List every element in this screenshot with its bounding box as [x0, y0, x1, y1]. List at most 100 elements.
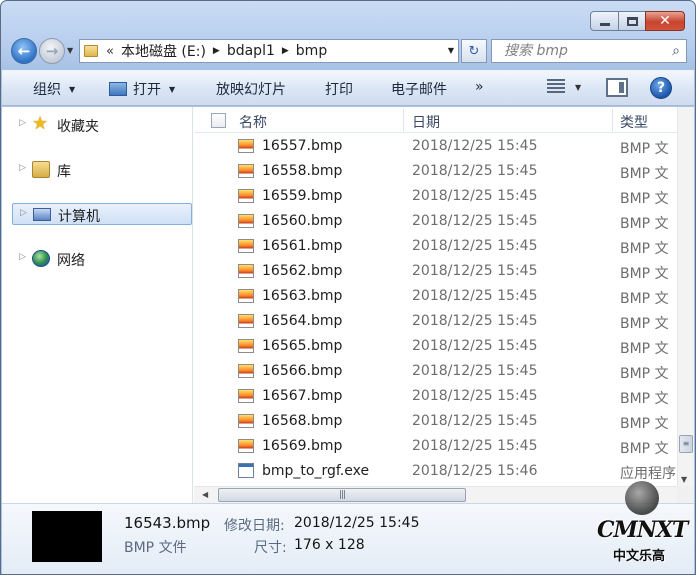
bitmap-file-icon	[238, 239, 254, 253]
expand-arrow-icon[interactable]: ▷	[19, 118, 26, 128]
table-row[interactable]: 16569.bmp 2018/12/25 15:45 BMP 文	[194, 434, 694, 459]
breadcrumb-item-bdapl1[interactable]: bdapl1	[227, 43, 275, 59]
bitmap-file-icon	[238, 139, 254, 153]
open-button[interactable]: 打开 ▼	[109, 79, 175, 99]
column-header-type[interactable]: 类型	[620, 112, 648, 132]
file-name: 16565.bmp	[262, 338, 343, 354]
sidebar-item-label: 网络	[57, 253, 85, 269]
email-button[interactable]: 电子邮件	[391, 79, 447, 99]
table-row[interactable]: 16566.bmp 2018/12/25 15:45 BMP 文	[194, 359, 694, 384]
watermark-text: CMNXT	[597, 517, 688, 543]
table-row[interactable]: 16568.bmp 2018/12/25 15:45 BMP 文	[194, 409, 694, 434]
expand-arrow-icon[interactable]: ▷	[19, 252, 26, 262]
file-date: 2018/12/25 15:45	[412, 388, 538, 404]
breadcrumb-separator-icon[interactable]: ▶	[282, 46, 289, 56]
horizontal-scroll-thumb[interactable]: |||	[218, 488, 466, 502]
search-box[interactable]: ⌕	[491, 39, 687, 63]
chevron-down-icon: ▼	[169, 85, 176, 94]
chevron-down-icon: ▼	[69, 85, 76, 94]
details-size-label: 尺寸:	[254, 540, 287, 556]
minimize-icon	[599, 22, 610, 26]
print-button[interactable]: 打印	[325, 79, 353, 99]
globe-logo-icon	[625, 481, 659, 515]
file-type: BMP 文	[620, 141, 669, 157]
file-name: 16566.bmp	[262, 363, 343, 379]
table-row[interactable]: 16557.bmp 2018/12/25 15:45 BMP 文	[194, 134, 694, 159]
sidebar-item-libraries[interactable]: ▷ 库	[12, 159, 192, 181]
network-icon	[32, 250, 50, 267]
breadcrumb-separator-icon[interactable]: ▶	[213, 46, 220, 56]
address-dropdown-icon[interactable]: ▼	[448, 46, 454, 55]
library-icon	[32, 161, 50, 178]
breadcrumb-overflow[interactable]: «	[106, 44, 114, 59]
close-icon: ✕	[659, 13, 671, 29]
table-row[interactable]: 16563.bmp 2018/12/25 15:45 BMP 文	[194, 284, 694, 309]
file-name: 16561.bmp	[262, 238, 343, 254]
navigation-bar: ← → ▼ « 本地磁盘 (E:) ▶ bdapl1 ▶ bmp ▼ ↻ ⌕	[9, 37, 687, 65]
table-row[interactable]: 16560.bmp 2018/12/25 15:45 BMP 文	[194, 209, 694, 234]
breadcrumb-item-bmp[interactable]: bmp	[296, 43, 327, 59]
preview-pane-icon[interactable]	[606, 78, 628, 97]
sidebar-item-favorites[interactable]: ▷ ★ 收藏夹	[12, 114, 192, 136]
vertical-scrollbar[interactable]: ≡ ▼	[677, 107, 694, 487]
table-row[interactable]: 16561.bmp 2018/12/25 15:45 BMP 文	[194, 234, 694, 259]
file-name: 16564.bmp	[262, 313, 343, 329]
forward-button[interactable]: →	[39, 38, 65, 64]
table-row[interactable]: 16565.bmp 2018/12/25 15:45 BMP 文	[194, 334, 694, 359]
organize-button[interactable]: 组织 ▼	[33, 79, 75, 99]
file-date: 2018/12/25 15:45	[412, 413, 538, 429]
vertical-scroll-thumb[interactable]: ≡	[679, 435, 693, 453]
view-options-icon[interactable]	[547, 79, 565, 95]
column-divider[interactable]	[612, 109, 613, 131]
expand-arrow-icon[interactable]: ▷	[20, 208, 27, 218]
bitmap-file-icon	[238, 289, 254, 303]
table-row[interactable]: 16558.bmp 2018/12/25 15:45 BMP 文	[194, 159, 694, 184]
file-name: 16559.bmp	[262, 188, 343, 204]
file-name: 16568.bmp	[262, 413, 343, 429]
maximize-button[interactable]	[618, 11, 646, 31]
column-divider[interactable]	[403, 109, 404, 131]
watermark-subtext: 中文乐高	[613, 549, 666, 564]
sidebar-item-network[interactable]: ▷ 网络	[12, 248, 192, 270]
file-thumbnail	[32, 511, 102, 562]
column-header-name[interactable]: 名称	[239, 112, 267, 132]
close-button[interactable]: ✕	[645, 11, 685, 31]
table-row[interactable]: 16567.bmp 2018/12/25 15:45 BMP 文	[194, 384, 694, 409]
slideshow-button[interactable]: 放映幻灯片	[216, 79, 286, 99]
table-row[interactable]: 16564.bmp 2018/12/25 15:45 BMP 文	[194, 309, 694, 334]
bitmap-file-icon	[238, 389, 254, 403]
main-content: ▷ ★ 收藏夹 ▷ 库 ▷ 计算机 ▷ 网络 名称 日期 类型 16557.bm…	[2, 107, 694, 503]
recent-pages-dropdown[interactable]: ▼	[67, 46, 73, 55]
file-type: BMP 文	[620, 391, 669, 407]
file-date: 2018/12/25 15:46	[412, 463, 538, 479]
table-row[interactable]: 16559.bmp 2018/12/25 15:45 BMP 文	[194, 184, 694, 209]
scroll-left-icon[interactable]: ◀	[202, 490, 208, 499]
sidebar-item-computer[interactable]: ▷ 计算机	[12, 203, 192, 225]
more-commands-button[interactable]: »	[475, 79, 484, 95]
bitmap-file-icon	[238, 439, 254, 453]
column-header-date[interactable]: 日期	[412, 112, 440, 132]
details-modified-value[interactable]: 2018/12/25 15:45	[294, 515, 420, 531]
breadcrumb-item-drive[interactable]: 本地磁盘 (E:)	[121, 41, 206, 61]
address-bar[interactable]: « 本地磁盘 (E:) ▶ bdapl1 ▶ bmp ▼	[79, 39, 459, 63]
search-input[interactable]	[504, 43, 654, 59]
refresh-button[interactable]: ↻	[461, 39, 487, 63]
help-icon[interactable]: ?	[650, 77, 672, 99]
file-date: 2018/12/25 15:45	[412, 288, 538, 304]
search-icon[interactable]: ⌕	[672, 43, 680, 59]
bitmap-file-icon	[238, 164, 254, 178]
chevron-down-icon[interactable]: ▼	[575, 83, 581, 92]
table-row[interactable]: 16562.bmp 2018/12/25 15:45 BMP 文	[194, 259, 694, 284]
bitmap-file-icon	[238, 364, 254, 378]
file-type: BMP 文	[620, 416, 669, 432]
expand-arrow-icon[interactable]: ▷	[19, 163, 26, 173]
file-type: BMP 文	[620, 166, 669, 182]
back-button[interactable]: ←	[11, 38, 37, 64]
file-type: BMP 文	[620, 366, 669, 382]
command-toolbar: 组织 ▼ 打开 ▼ 放映幻灯片 打印 电子邮件 » ▼ ?	[2, 70, 694, 106]
file-date: 2018/12/25 15:45	[412, 163, 538, 179]
file-date: 2018/12/25 15:45	[412, 313, 538, 329]
file-date: 2018/12/25 15:45	[412, 263, 538, 279]
select-all-checkbox[interactable]	[211, 113, 226, 128]
minimize-button[interactable]	[590, 11, 619, 31]
